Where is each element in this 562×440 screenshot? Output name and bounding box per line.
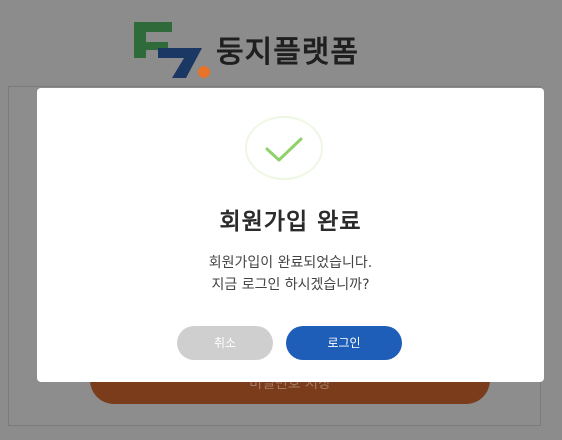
login-button[interactable]: 로그인 xyxy=(286,326,402,360)
check-icon xyxy=(265,137,303,162)
logo-mark-icon xyxy=(134,22,210,78)
brand-logo: 둥지플랫폼 xyxy=(128,18,359,80)
dialog-title: 회원가입 완료 xyxy=(219,209,362,235)
dialog-message-line1: 회원가입이 완료되었습니다. xyxy=(208,255,373,271)
logo-text: 둥지플랫폼 xyxy=(216,35,359,70)
success-circle xyxy=(245,116,323,180)
signup-complete-dialog: 회원가입 완료 회원가입이 완료되었습니다. 지금 로그인 하시겠습니까? 취소… xyxy=(37,88,544,382)
cancel-button[interactable]: 취소 xyxy=(177,326,273,360)
dialog-message: 회원가입이 완료되었습니다. 지금 로그인 하시겠습니까? xyxy=(37,252,544,296)
dialog-message-line2: 지금 로그인 하시겠습니까? xyxy=(211,277,370,293)
